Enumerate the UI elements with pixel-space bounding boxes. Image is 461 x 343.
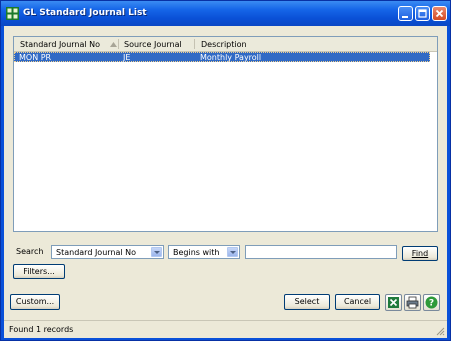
- search-input[interactable]: [245, 245, 397, 259]
- journal-list[interactable]: Standard Journal No Source Journal Descr…: [13, 36, 438, 232]
- column-header-description[interactable]: Description: [201, 40, 247, 49]
- status-bar: Found 1 records: [4, 320, 447, 338]
- custom-button-label: Custom...: [15, 297, 55, 306]
- chevron-down-icon[interactable]: [227, 247, 238, 257]
- help-button[interactable]: ?: [423, 294, 440, 311]
- resize-grip-icon[interactable]: [435, 326, 445, 336]
- cell-source-journal: JE: [123, 53, 131, 62]
- custom-button[interactable]: Custom...: [10, 294, 60, 310]
- chevron-down-icon[interactable]: [151, 247, 162, 257]
- app-grid-icon: [6, 7, 19, 20]
- select-button-label: Select: [294, 297, 320, 306]
- search-operator-select[interactable]: Begins with: [168, 245, 240, 259]
- status-text: Found 1 records: [9, 325, 74, 334]
- select-button[interactable]: Select: [284, 294, 330, 310]
- minimize-icon: [402, 16, 408, 18]
- list-header: Standard Journal No Source Journal Descr…: [14, 37, 437, 52]
- search-operator-value: Begins with: [173, 248, 220, 257]
- table-row[interactable]: MON PR JE Monthly Payroll: [14, 52, 430, 62]
- search-field-select[interactable]: Standard Journal No: [51, 245, 164, 259]
- cancel-button[interactable]: Cancel: [335, 294, 380, 310]
- minimize-button[interactable]: [398, 6, 413, 21]
- column-separator[interactable]: [118, 39, 119, 49]
- export-button[interactable]: [385, 294, 402, 311]
- svg-text:?: ?: [429, 299, 434, 309]
- find-button-label: Find: [411, 249, 429, 258]
- filters-button[interactable]: Filters...: [13, 264, 65, 279]
- close-icon: [435, 9, 444, 18]
- cancel-button-label: Cancel: [343, 297, 372, 306]
- find-button[interactable]: Find: [402, 246, 438, 261]
- filters-button-label: Filters...: [23, 267, 55, 276]
- maximize-button[interactable]: [415, 6, 430, 21]
- maximize-icon: [418, 9, 427, 18]
- search-label: Search: [16, 247, 44, 256]
- column-separator[interactable]: [194, 39, 195, 49]
- cell-description: Monthly Payroll: [200, 53, 262, 62]
- search-field-value: Standard Journal No: [56, 248, 137, 257]
- help-icon: ?: [425, 296, 438, 309]
- desktop-background: [451, 0, 461, 343]
- close-button[interactable]: [432, 6, 447, 21]
- sort-ascending-icon: [110, 42, 117, 47]
- cell-journal-no: MON PR: [19, 53, 52, 62]
- window-title: GL Standard Journal List: [23, 8, 147, 18]
- excel-export-icon: [388, 297, 399, 308]
- column-header-source-journal[interactable]: Source Journal: [124, 40, 182, 49]
- printer-icon: [406, 296, 419, 309]
- column-header-journal-no[interactable]: Standard Journal No: [20, 40, 100, 49]
- print-button[interactable]: [404, 294, 421, 311]
